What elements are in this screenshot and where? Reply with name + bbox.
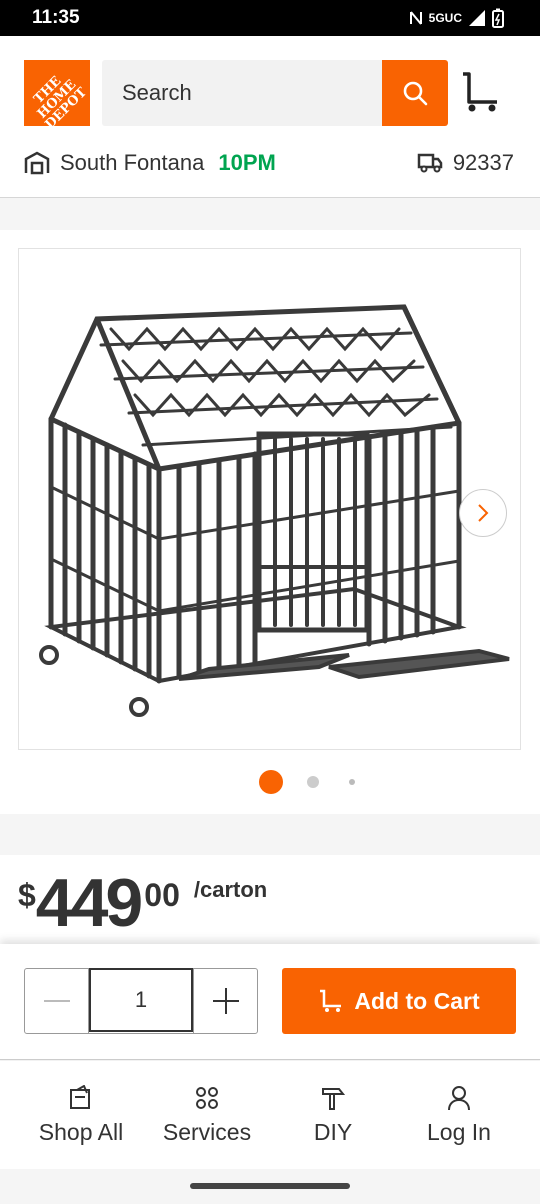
- battery-icon: [492, 8, 504, 28]
- zip-code: 92337: [452, 150, 514, 175]
- dog-crate-image: [39, 304, 510, 717]
- product-gallery: [0, 230, 540, 814]
- signal-icon: [469, 10, 485, 26]
- price-dollars: 449: [35, 865, 143, 941]
- nav-shop-all-label: Shop All: [38, 1119, 124, 1145]
- pager-dot[interactable]: [307, 776, 319, 788]
- image-pager: [0, 770, 540, 794]
- plus-icon: [212, 988, 239, 1014]
- price: $ 449 00 /carton: [18, 867, 267, 939]
- nav-diy[interactable]: DIY: [270, 1083, 396, 1146]
- cart-icon: [320, 989, 342, 1012]
- add-to-cart-label: Add to Cart: [354, 987, 480, 1014]
- pager-dot[interactable]: [349, 779, 355, 785]
- next-image-button[interactable]: [459, 489, 507, 537]
- search-icon: [403, 81, 428, 106]
- nav-log-in[interactable]: Log In: [396, 1083, 522, 1146]
- delivery-zip-selector[interactable]: 92337: [417, 148, 514, 178]
- truck-icon: [417, 153, 443, 173]
- nav-services-label: Services: [162, 1119, 252, 1145]
- price-unit: /carton: [193, 877, 268, 902]
- price-section: $ 449 00 /carton: [0, 855, 540, 945]
- cart-button[interactable]: [458, 70, 502, 114]
- system-navigation-bar: [0, 1169, 540, 1204]
- quantity-stepper: 1: [24, 968, 258, 1034]
- search-input[interactable]: [102, 60, 382, 126]
- price-cents: 00: [144, 877, 180, 913]
- chevron-right-icon: [478, 504, 489, 522]
- user-icon: [448, 1086, 470, 1111]
- price-currency: $: [18, 877, 36, 913]
- store-name: South Fontana: [60, 150, 205, 175]
- shop-all-icon: [70, 1085, 90, 1109]
- search-field[interactable]: [102, 60, 382, 126]
- increase-quantity-button[interactable]: [193, 969, 257, 1033]
- store-selector[interactable]: South Fontana 10PM: [24, 148, 276, 178]
- status-time: 11:35: [32, 7, 80, 28]
- home-depot-logo[interactable]: THE HOME DEPOT: [24, 60, 90, 126]
- add-to-cart-bar: 1 Add to Cart: [0, 944, 540, 1060]
- nav-shop-all[interactable]: Shop All: [18, 1083, 144, 1146]
- home-gesture-handle[interactable]: [190, 1183, 350, 1189]
- network-label: 5GUC: [428, 11, 462, 25]
- pager-dot-active[interactable]: [259, 770, 283, 794]
- decrease-quantity-button[interactable]: [25, 969, 89, 1033]
- nav-log-in-label: Log In: [427, 1119, 491, 1145]
- store-icon: [24, 151, 50, 175]
- status-bar: 11:35 5GUC: [0, 0, 540, 36]
- nav-services[interactable]: Services: [144, 1083, 270, 1146]
- status-icons: 5GUC: [409, 8, 504, 28]
- product-image[interactable]: [18, 248, 521, 750]
- logo-text: THE HOME DEPOT: [31, 73, 90, 126]
- minus-icon: [43, 1000, 70, 1002]
- add-to-cart-button[interactable]: Add to Cart: [282, 968, 516, 1034]
- quantity-input[interactable]: 1: [89, 968, 193, 1032]
- cart-icon: [463, 72, 497, 112]
- store-hours: 10PM: [218, 150, 276, 175]
- search-button[interactable]: [382, 60, 448, 126]
- header: THEHOMEDEPOT South Fontana 10PM 92337: [0, 36, 540, 198]
- nfc-icon: [409, 11, 422, 25]
- diy-icon: [322, 1088, 346, 1110]
- nav-diy-label: DIY: [313, 1119, 353, 1145]
- services-icon: [196, 1087, 218, 1109]
- bottom-nav: Shop All Services DIY Log In: [0, 1061, 540, 1169]
